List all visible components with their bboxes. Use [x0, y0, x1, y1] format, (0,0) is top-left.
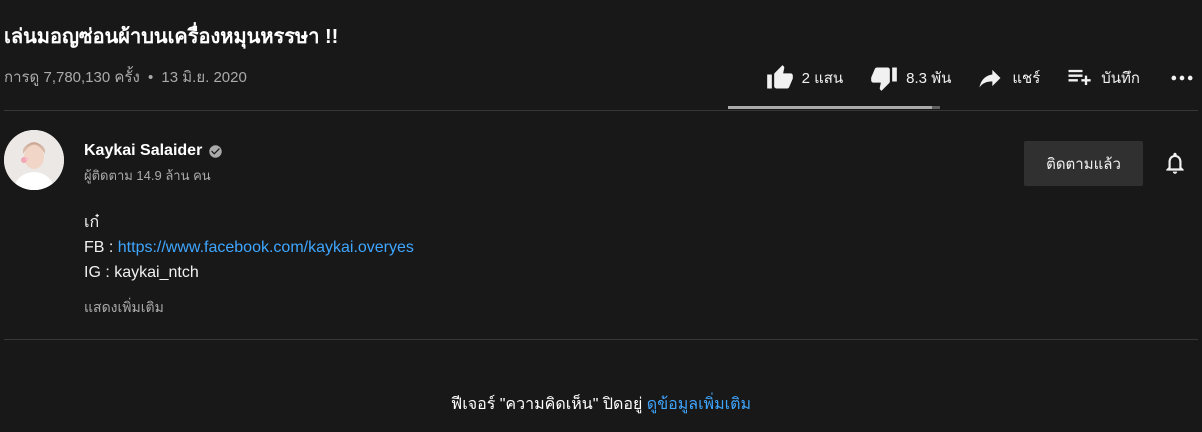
comments-off-text: ฟีเจอร์ "ความคิดเห็น" ปิดอยู่ [450, 396, 643, 413]
description-line: เก๋ [84, 214, 100, 231]
sentiment-bar-fill [728, 106, 932, 109]
like-count: 2 แสน [801, 70, 844, 87]
save-label: บันทึก [1101, 70, 1140, 87]
save-button[interactable]: บันทึก [1065, 60, 1140, 96]
channel-name-text: Kaykai Salaider [84, 142, 203, 159]
facebook-link[interactable]: https://www.facebook.com/kaykai.overyes [118, 239, 414, 256]
publish-date: 13 มิ.ย. 2020 [161, 69, 247, 86]
dislike-button[interactable]: 8.3 พัน [870, 60, 951, 96]
notification-bell-button[interactable] [1162, 150, 1188, 176]
dislike-count: 8.3 พัน [906, 70, 952, 87]
like-button[interactable]: 2 แสน [766, 60, 844, 96]
thumbs-down-icon [871, 67, 898, 91]
avatar-image [4, 130, 64, 190]
channel-avatar[interactable] [4, 130, 64, 190]
video-actions: 2 แสน 8.3 พัน แชร์ บันทึก [766, 60, 1196, 96]
share-label: แชร์ [1012, 70, 1041, 87]
playlist-add-icon [1068, 69, 1091, 85]
description-line-fb: FB : https://www.facebook.com/kaykai.ove… [84, 235, 414, 260]
separator-dot: • [147, 69, 154, 86]
more-horizontal-icon [1171, 75, 1193, 81]
subscribe-button[interactable]: ติดตามแล้ว [1024, 141, 1143, 186]
view-count: การดู 7,780,130 ครั้ง [4, 69, 140, 86]
share-button[interactable]: แชร์ [976, 60, 1040, 96]
fb-prefix: FB : [84, 239, 118, 256]
video-title: เล่นมอญซ่อนผ้าบนเครื่องหมุนหรรษา !! [4, 26, 339, 48]
video-description: เก๋ FB : https://www.facebook.com/kaykai… [84, 210, 414, 285]
more-actions-button[interactable] [1168, 60, 1196, 96]
show-more-button[interactable]: แสดงเพิ่มเติม [84, 297, 164, 319]
watch-page: เล่นมอญซ่อนผ้าบนเครื่องหมุนหรรษา !! การด… [0, 0, 1202, 432]
learn-more-link[interactable]: ดูข้อมูลเพิ่มเติม [647, 396, 751, 413]
verified-check-icon [209, 144, 223, 158]
notification-bell-icon [1166, 152, 1184, 174]
sentiment-bar [728, 106, 940, 109]
channel-name[interactable]: Kaykai Salaider [84, 142, 223, 160]
thumbs-up-icon [766, 65, 793, 89]
view-info: การดู 7,780,130 ครั้ง • 13 มิ.ย. 2020 [4, 65, 247, 89]
share-arrow-icon [979, 69, 1001, 88]
subscriber-count: ผู้ติดตาม 14.9 ล้าน คน [84, 168, 211, 183]
comments-disabled-notice: ฟีเจอร์ "ความคิดเห็น" ปิดอยู่ ดูข้อมูลเพ… [0, 392, 1202, 417]
divider [4, 339, 1198, 340]
divider [4, 110, 1198, 111]
description-line-ig: IG : kaykai_ntch [84, 264, 199, 281]
